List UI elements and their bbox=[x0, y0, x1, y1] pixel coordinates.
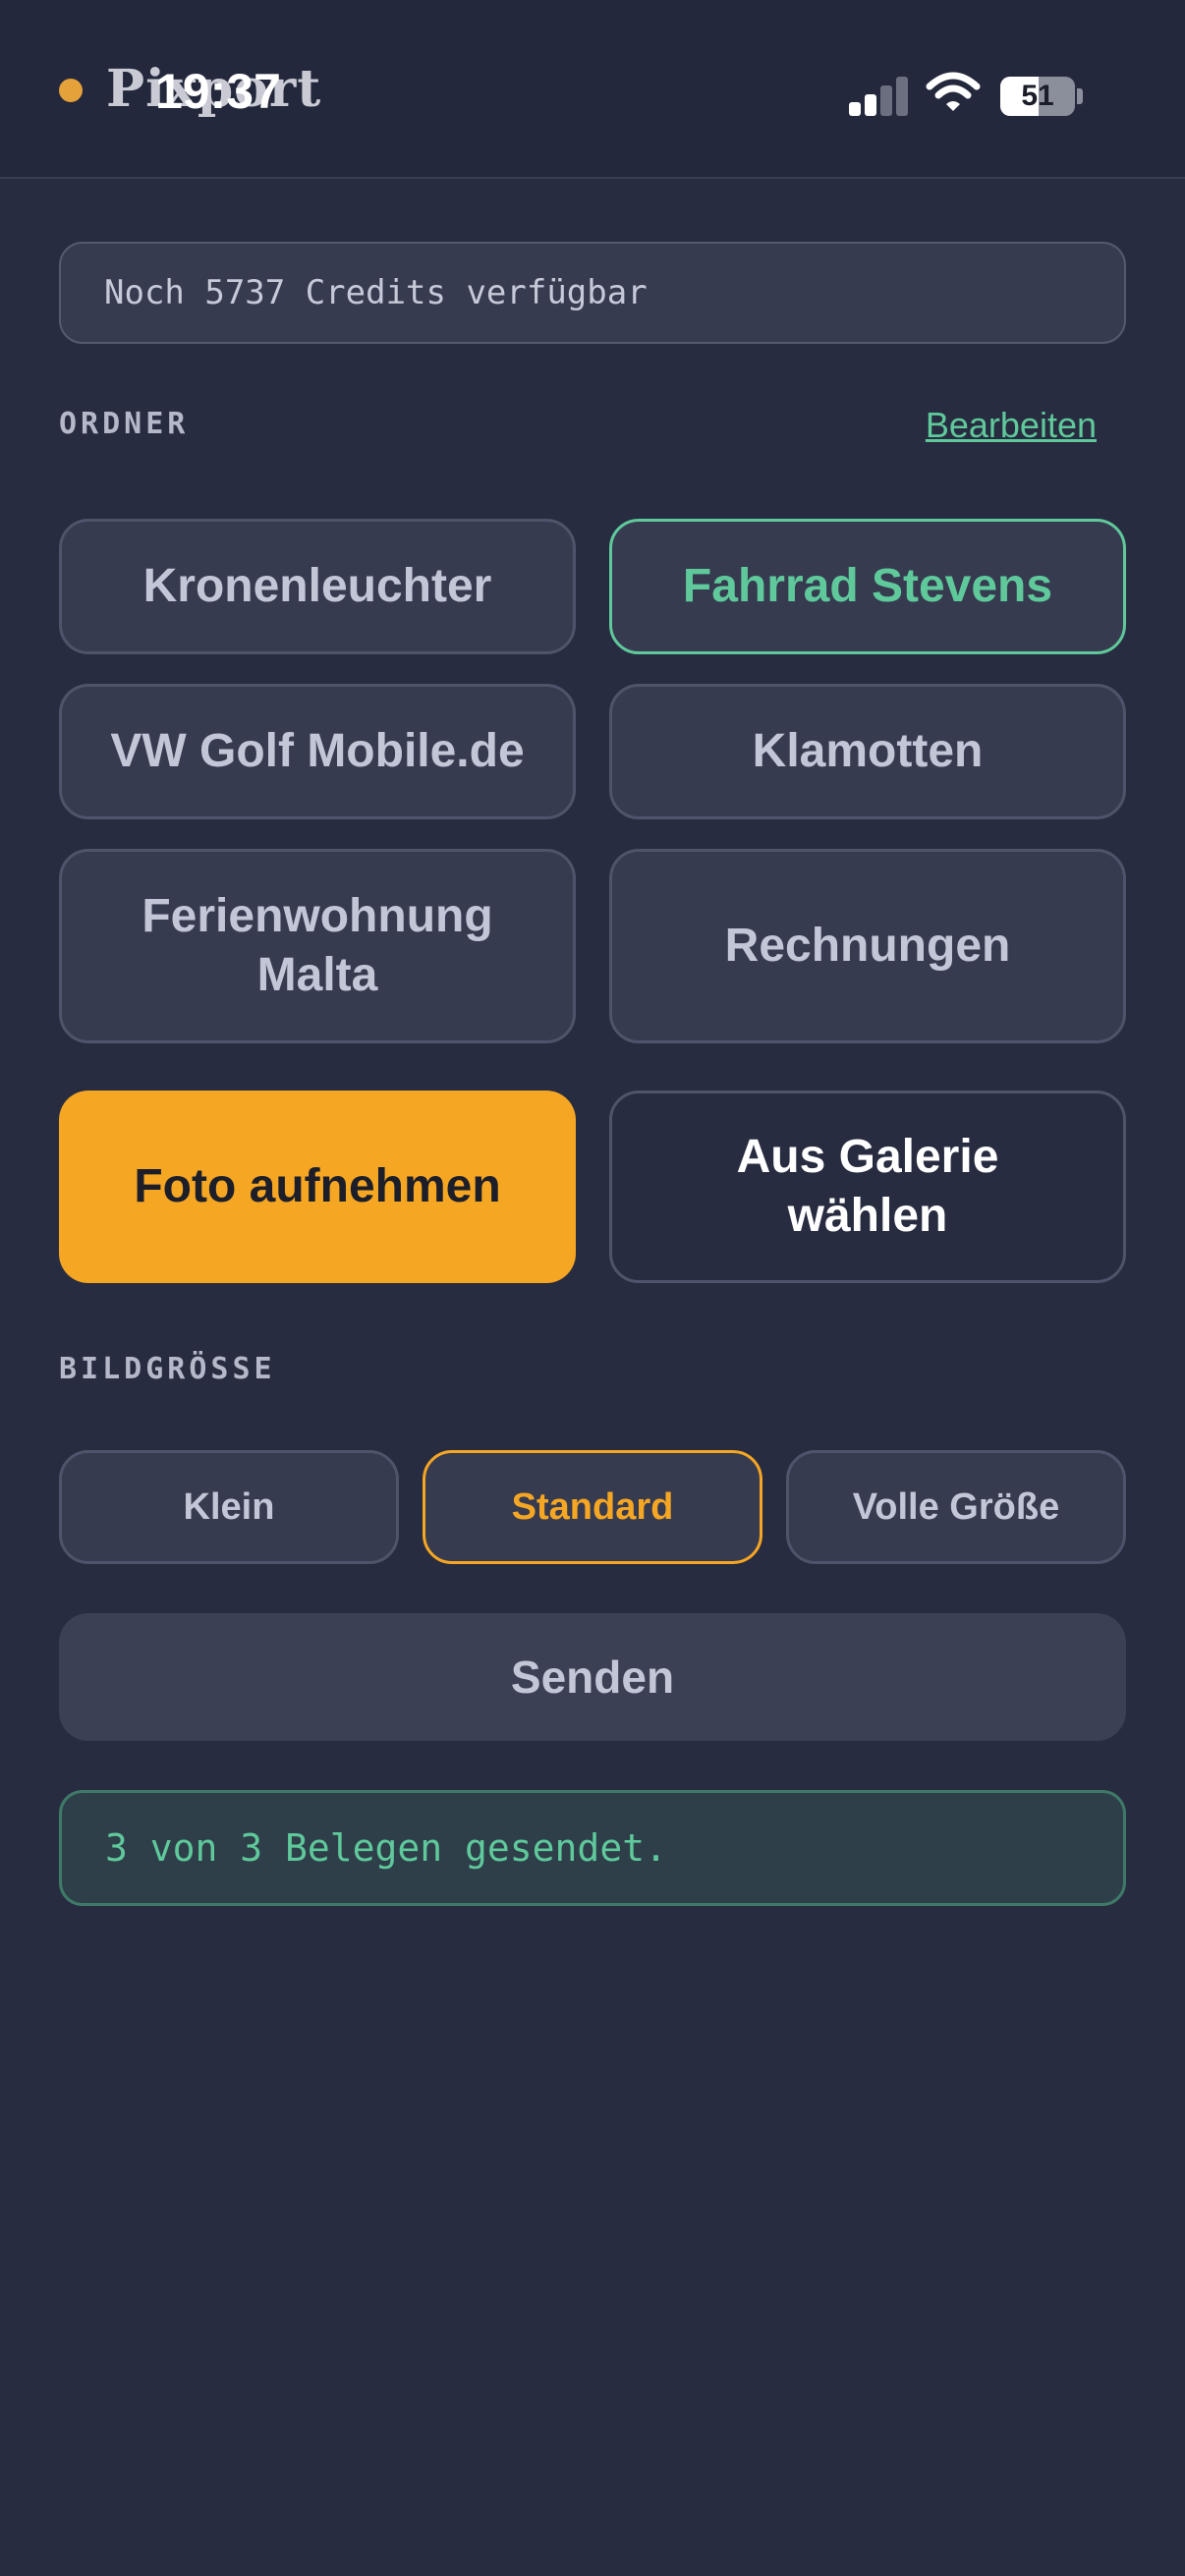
cellular-signal-icon bbox=[849, 75, 908, 116]
folders-section-label: ORDNER bbox=[59, 407, 190, 441]
app-header: Pixport 19:37 51 bbox=[0, 0, 1185, 179]
choose-from-gallery-label: Aus Galerie wählen bbox=[736, 1131, 999, 1242]
folder-button[interactable]: Ferienwohnung Malta bbox=[59, 849, 576, 1043]
folder-label: Klamotten bbox=[752, 725, 984, 777]
battery-level: 51 bbox=[1021, 80, 1054, 112]
size-option-small[interactable]: Klein bbox=[59, 1450, 399, 1564]
image-size-section-label: BILDGRÖSSE bbox=[59, 1352, 276, 1386]
size-option-label: Volle Größe bbox=[852, 1485, 1060, 1528]
credits-banner: Noch 5737 Credits verfügbar bbox=[59, 242, 1126, 344]
battery-icon: 51 bbox=[1000, 77, 1075, 116]
folder-label: Fahrrad Stevens bbox=[682, 560, 1053, 612]
wifi-icon bbox=[926, 72, 981, 111]
folder-button[interactable]: VW Golf Mobile.de bbox=[59, 684, 576, 819]
folder-button[interactable]: Kronenleuchter bbox=[59, 519, 576, 654]
status-time: 19:37 bbox=[155, 64, 281, 119]
size-option-label: Standard bbox=[511, 1485, 674, 1528]
size-option-standard[interactable]: Standard bbox=[423, 1450, 762, 1564]
send-result-message: 3 von 3 Belegen gesendet. bbox=[59, 1790, 1126, 1906]
size-option-label: Klein bbox=[183, 1485, 275, 1528]
choose-from-gallery-button[interactable]: Aus Galerie wählen bbox=[609, 1091, 1126, 1283]
take-photo-button[interactable]: Foto aufnehmen bbox=[59, 1091, 576, 1283]
edit-folders-link[interactable]: Bearbeiten bbox=[926, 405, 1097, 446]
size-option-full[interactable]: Volle Größe bbox=[786, 1450, 1126, 1564]
take-photo-label: Foto aufnehmen bbox=[134, 1160, 501, 1212]
send-button[interactable]: Senden bbox=[59, 1613, 1126, 1741]
battery-tip bbox=[1077, 88, 1083, 104]
folder-label: VW Golf Mobile.de bbox=[110, 725, 525, 777]
folder-button[interactable]: Rechnungen bbox=[609, 849, 1126, 1043]
send-label: Senden bbox=[510, 1652, 675, 1703]
folder-label: Ferienwohnung Malta bbox=[141, 890, 493, 1001]
folder-label: Kronenleuchter bbox=[142, 560, 492, 612]
folder-button-selected[interactable]: Fahrrad Stevens bbox=[609, 519, 1126, 654]
folder-button[interactable]: Klamotten bbox=[609, 684, 1126, 819]
folder-label: Rechnungen bbox=[724, 920, 1011, 972]
connection-status-dot bbox=[59, 79, 83, 102]
